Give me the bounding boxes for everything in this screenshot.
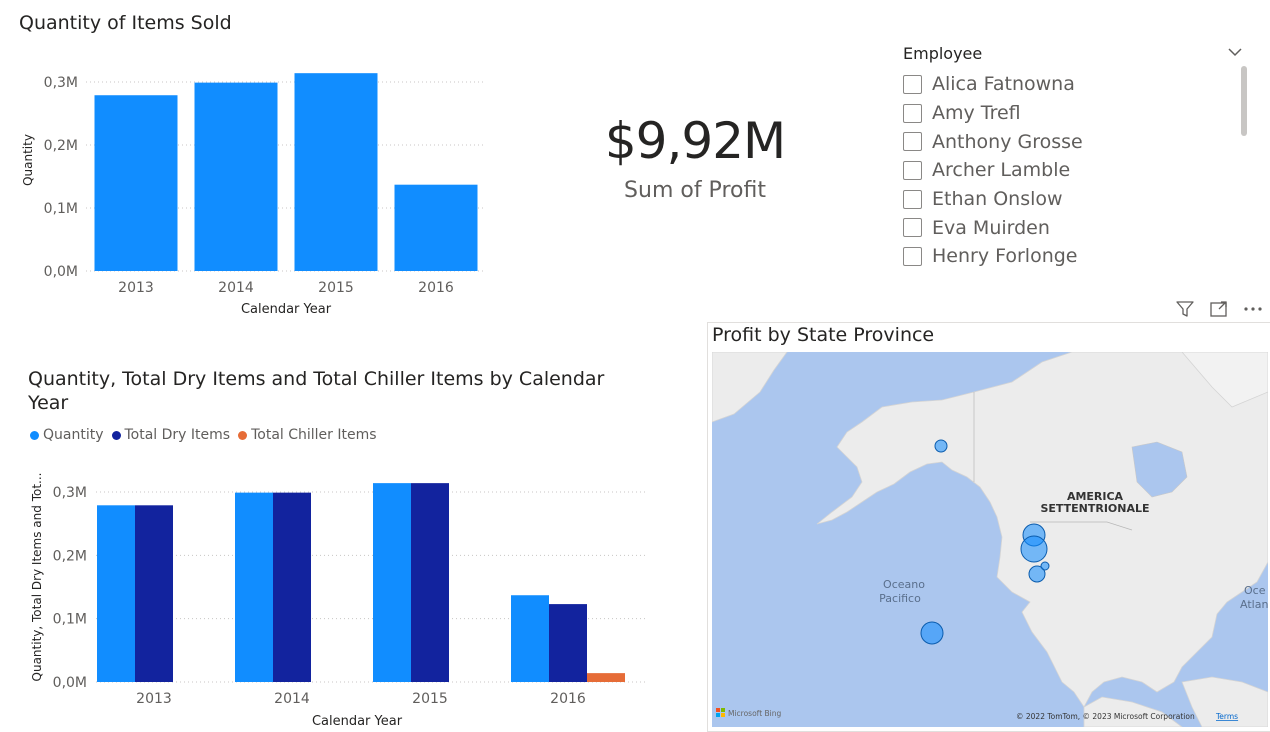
slicer-item[interactable]: Anthony Grosse bbox=[903, 127, 1083, 156]
checkbox[interactable] bbox=[903, 132, 922, 152]
clustered-bar-chart-svg: 0,0M 0,1M 0,2M 0,3M 2013 2014 2015 2016 Calendar… bbox=[30, 473, 648, 729]
bar bbox=[135, 505, 173, 682]
bar bbox=[194, 82, 278, 271]
bar bbox=[235, 492, 273, 682]
slicer-item-label: Eva Muirden bbox=[932, 216, 1050, 239]
x-axis-label: Calendar Year bbox=[312, 714, 403, 729]
slicer-item[interactable]: Ethan Onslow bbox=[903, 185, 1083, 214]
checkbox[interactable] bbox=[903, 189, 922, 209]
slicer-item[interactable]: Eva Muirden bbox=[903, 213, 1083, 242]
bar bbox=[549, 604, 587, 682]
sum-of-profit-card[interactable]: $9,92M Sum of Profit bbox=[590, 110, 800, 220]
slicer-item[interactable]: Alica Fatnowna bbox=[903, 70, 1083, 99]
x-axis-label: Calendar Year bbox=[241, 302, 332, 317]
bar bbox=[411, 483, 449, 682]
quantity-bar-chart-svg: 0,0M 0,1M 0,2M 0,3M 2013 2014 2015 2016 Calendar… bbox=[21, 73, 486, 317]
attribution-text: © 2022 TomTom, © 2023 Microsoft Corporat… bbox=[1016, 712, 1195, 721]
map-label-continent-2: SETTENTRIONALE bbox=[1040, 502, 1149, 515]
checkbox[interactable] bbox=[903, 74, 922, 94]
map-canvas[interactable]: AMERICA SETTENTRIONALE Oceano Pacifico O… bbox=[712, 352, 1268, 727]
profit-bubble bbox=[934, 439, 948, 453]
bar bbox=[511, 595, 549, 682]
bar bbox=[273, 492, 311, 682]
map-label-ocean-1: Oceano bbox=[883, 578, 925, 591]
x-tick-label: 2015 bbox=[412, 691, 448, 707]
y-tick-label: 0,3M bbox=[53, 485, 87, 501]
checkbox[interactable] bbox=[903, 160, 922, 180]
x-tick-label: 2013 bbox=[136, 691, 172, 707]
slicer-item[interactable]: Amy Trefl bbox=[903, 99, 1083, 128]
checkbox[interactable] bbox=[903, 218, 922, 238]
focus-mode-icon[interactable] bbox=[1202, 298, 1236, 320]
map-attribution: Microsoft Bing © 2022 TomTom, © 2023 Mic… bbox=[716, 708, 1238, 721]
bing-label: Microsoft Bing bbox=[728, 709, 781, 718]
bar bbox=[394, 184, 478, 271]
profit-bubble bbox=[920, 621, 944, 645]
kpi-label: Sum of Profit bbox=[624, 178, 766, 203]
y-tick-label: 0,0M bbox=[53, 675, 87, 691]
employee-slicer[interactable]: Employee Alica Fatnowna Amy Trefl Anthon… bbox=[895, 36, 1255, 276]
slicer-header: Employee bbox=[903, 44, 983, 63]
checkbox[interactable] bbox=[903, 246, 922, 266]
more-options-icon[interactable] bbox=[1236, 298, 1270, 320]
kpi-value: $9,92M bbox=[604, 112, 786, 170]
y-tick-label: 0,2M bbox=[53, 548, 87, 564]
bar bbox=[373, 483, 411, 682]
x-tick-label: 2013 bbox=[118, 280, 154, 296]
slicer-item-label: Alica Fatnowna bbox=[932, 73, 1075, 96]
bar bbox=[294, 73, 378, 272]
x-tick-label: 2014 bbox=[274, 691, 310, 707]
quantity-dry-chiller-chart[interactable]: Quantity, Total Dry Items and Total Chil… bbox=[0, 355, 680, 732]
siberia-land bbox=[712, 352, 788, 423]
y-tick-label: 0,1M bbox=[53, 612, 87, 628]
map-label-right-1: Oce bbox=[1244, 584, 1266, 597]
visual-header-icons bbox=[1168, 298, 1270, 320]
checkbox[interactable] bbox=[903, 103, 922, 123]
y-tick-label: 0,0M bbox=[44, 264, 78, 280]
chevron-down-icon[interactable] bbox=[1225, 42, 1245, 62]
slicer-item-label: Archer Lamble bbox=[932, 159, 1071, 182]
map-label-ocean-2: Pacifico bbox=[879, 592, 921, 605]
y-axis-label: Quantity, Total Dry Items and Tot... bbox=[30, 473, 44, 682]
profit-map-visual[interactable]: Profit by State Province AMERICA SETTENT… bbox=[707, 296, 1270, 732]
slicer-scrollbar[interactable] bbox=[1241, 66, 1247, 136]
y-tick-label: 0,1M bbox=[44, 201, 78, 217]
filter-icon[interactable] bbox=[1168, 298, 1202, 320]
map-label-right-2: Atlan bbox=[1240, 598, 1268, 611]
slicer-item[interactable]: Archer Lamble bbox=[903, 156, 1083, 185]
x-tick-label: 2014 bbox=[218, 280, 254, 296]
slicer-item-label: Henry Forlonge bbox=[932, 245, 1078, 268]
bar bbox=[587, 673, 625, 682]
slicer-item[interactable]: Henry Forlonge bbox=[903, 242, 1083, 271]
y-tick-label: 0,2M bbox=[44, 138, 78, 154]
bar bbox=[94, 95, 178, 271]
x-tick-label: 2015 bbox=[318, 280, 354, 296]
microsoft-logo-icon bbox=[716, 708, 725, 717]
terms-link[interactable]: Terms bbox=[1215, 712, 1238, 721]
profit-bubble bbox=[1040, 561, 1050, 571]
quantity-items-sold-chart[interactable]: Quantity of Items Sold 0,0M 0,1M 0,2M 0,3M 2… bbox=[0, 0, 500, 330]
slicer-list: Alica Fatnowna Amy Trefl Anthony Grosse … bbox=[903, 70, 1083, 271]
land-shapes bbox=[712, 352, 1268, 727]
map-svg: AMERICA SETTENTRIONALE Oceano Pacifico O… bbox=[712, 352, 1268, 727]
bar bbox=[97, 505, 135, 682]
map-title: Profit by State Province bbox=[712, 324, 935, 346]
y-tick-label: 0,3M bbox=[44, 75, 78, 91]
slicer-item-label: Anthony Grosse bbox=[932, 130, 1083, 153]
profit-bubble bbox=[1020, 535, 1048, 563]
x-tick-label: 2016 bbox=[418, 280, 454, 296]
slicer-item-label: Ethan Onslow bbox=[932, 188, 1063, 211]
x-tick-label: 2016 bbox=[550, 691, 586, 707]
y-axis-label: Quantity bbox=[21, 134, 35, 186]
slicer-item-label: Amy Trefl bbox=[932, 102, 1021, 125]
